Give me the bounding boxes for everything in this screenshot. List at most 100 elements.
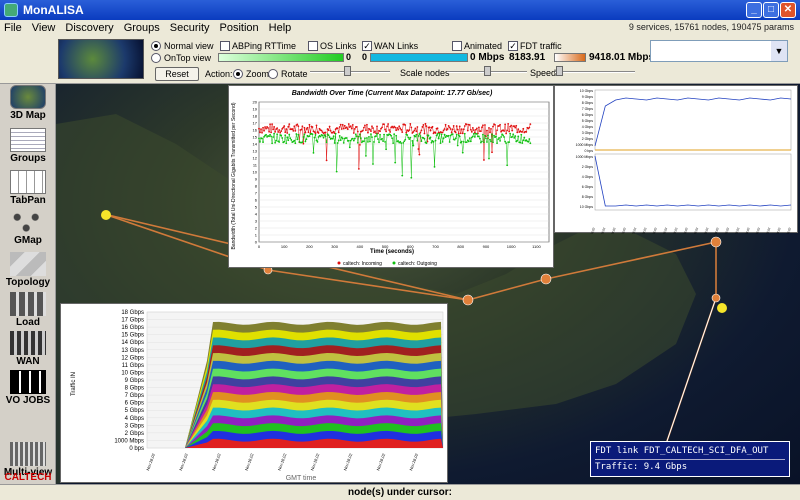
bw-data-point xyxy=(516,131,519,134)
bw-data-point xyxy=(324,135,327,138)
bw-data-point xyxy=(303,133,306,136)
bw-data-point xyxy=(454,137,457,140)
bw-data-point xyxy=(465,141,468,144)
bw-data-point xyxy=(410,176,413,179)
menu-position[interactable]: Position xyxy=(220,22,259,34)
scale-nodes-knob[interactable] xyxy=(484,66,491,76)
bw-data-point xyxy=(455,125,458,127)
bw-data-point xyxy=(358,144,361,146)
menu-help[interactable]: Help xyxy=(269,22,292,34)
florida-node[interactable] xyxy=(717,303,727,313)
sidebar-item-wan[interactable]: WAN xyxy=(2,331,54,367)
bw-title: Bandwidth Over Time (Current Max Datapoi… xyxy=(292,90,493,97)
bw-data-point xyxy=(500,136,502,138)
stack-ytick: 3 Gbps xyxy=(125,423,144,429)
bw-data-point xyxy=(321,134,324,137)
traffic-in-ytick: 7 Gbps xyxy=(582,107,594,111)
reset-button[interactable]: Reset xyxy=(155,67,199,81)
menu-security[interactable]: Security xyxy=(170,22,210,34)
bw-ytick-label: 3 xyxy=(255,219,258,224)
bw-data-point xyxy=(503,136,506,138)
bw-data-point xyxy=(332,130,335,133)
speed-slider[interactable] xyxy=(555,71,635,73)
menu-file[interactable]: File xyxy=(4,22,22,34)
zoom-slider-knob[interactable] xyxy=(344,66,351,76)
menu-groups[interactable]: Groups xyxy=(124,22,160,34)
abping-checkbox[interactable] xyxy=(220,41,230,51)
bw-data-point xyxy=(328,125,331,128)
bw-data-point xyxy=(414,127,417,130)
bw-xtick-label: 1000 xyxy=(507,244,517,249)
bw-data-point xyxy=(412,131,415,133)
bw-data-point xyxy=(493,134,495,137)
rotate-radio[interactable] xyxy=(268,69,278,79)
sidebar-item-3d-map[interactable]: 3D Map xyxy=(2,85,54,121)
bw-data-point xyxy=(292,130,295,132)
bw-xtick-label: 0 xyxy=(258,244,261,249)
normal-view-radio[interactable] xyxy=(151,41,161,51)
speed-knob[interactable] xyxy=(556,66,563,76)
ontop-view-radio[interactable] xyxy=(151,53,161,63)
legend-incoming-marker xyxy=(337,261,341,265)
bw-data-point xyxy=(439,142,442,145)
bw-data-point xyxy=(272,128,275,131)
bw-ytick-label: 4 xyxy=(255,212,258,217)
os-links-checkbox[interactable] xyxy=(308,41,318,51)
bw-data-point xyxy=(468,137,471,140)
sidebar-item-gmap[interactable]: GMap xyxy=(2,210,54,246)
bw-data-point xyxy=(433,166,436,168)
bw-xtick-label: 800 xyxy=(457,244,464,249)
traffic-xtick: Nov.18,02 xyxy=(619,227,627,234)
globe-thumbnail[interactable] xyxy=(58,39,144,79)
stack-ytick: 11 Gbps xyxy=(122,363,144,369)
caltech-node[interactable] xyxy=(101,210,111,220)
minimize-button[interactable]: _ xyxy=(746,2,762,18)
bw-data-point xyxy=(528,138,531,140)
bw-data-point xyxy=(470,130,473,133)
bw-ytick-label: 1 xyxy=(255,233,258,238)
chevron-down-icon[interactable]: ▼ xyxy=(771,41,787,61)
bw-data-point xyxy=(486,141,488,143)
group-select[interactable]: ▼ xyxy=(650,40,788,62)
sidebar-item-load[interactable]: Load xyxy=(2,292,54,328)
sidebar-item-vo-jobs[interactable]: VO JOBS xyxy=(2,370,54,406)
bw-data-point xyxy=(385,130,387,133)
traffic-stacked-chart-panel[interactable]: Traffic IN GMT time 0 bps 1000 Mbps 2 Gbps… xyxy=(60,303,448,483)
menu-view[interactable]: View xyxy=(32,22,56,34)
sidebar: 3D Map Groups TabPan GMap Topology Load … xyxy=(0,84,56,484)
bw-data-point xyxy=(327,129,330,132)
bw-data-point xyxy=(311,126,314,128)
sidebar-item-groups[interactable]: Groups xyxy=(2,128,54,164)
animated-checkbox[interactable] xyxy=(452,41,462,51)
bw-data-point xyxy=(401,131,404,134)
bw-data-point xyxy=(469,140,472,143)
stack-ytick: 12 Gbps xyxy=(121,355,144,361)
traffic-line-chart-panel[interactable]: 10 Gbps 9 Gbps 8 Gbps 7 Gbps 6 Gbps 5 Gbps 4 G… xyxy=(554,85,798,241)
maximize-button[interactable]: □ xyxy=(763,2,779,18)
wan-links-checkbox[interactable]: ✓ xyxy=(362,41,372,51)
bw-data-point xyxy=(374,130,376,133)
sidebar-item-tabpan[interactable]: TabPan xyxy=(2,170,54,206)
sidebar-item-label: Load xyxy=(16,317,40,328)
stack-xtick: Nov.18,02 xyxy=(277,452,288,471)
bw-data-point xyxy=(286,136,289,139)
fdt-traffic-checkbox[interactable]: ✓ xyxy=(508,41,518,51)
bw-data-point xyxy=(337,131,340,134)
bw-data-point xyxy=(363,126,365,129)
scale-nodes-label: Scale nodes xyxy=(400,68,450,78)
bw-data-point xyxy=(287,139,290,142)
sidebar-item-topology[interactable]: Topology xyxy=(2,252,54,288)
bw-xtick-label: 600 xyxy=(407,244,414,249)
close-button[interactable]: ✕ xyxy=(780,2,796,18)
bw-data-point xyxy=(329,129,332,132)
bw-data-point xyxy=(402,141,405,144)
stack-ytick: 13 Gbps xyxy=(121,348,144,354)
menu-discovery[interactable]: Discovery xyxy=(65,22,113,34)
traffic-out-ytick: 10 Gbps xyxy=(580,205,593,209)
bw-data-point xyxy=(353,137,356,140)
bw-data-point xyxy=(263,129,265,132)
bw-data-point xyxy=(514,126,517,129)
zoom-radio[interactable] xyxy=(233,69,243,79)
bandwidth-chart-panel[interactable]: Bandwidth Over Time (Current Max Datapoi… xyxy=(228,85,554,268)
table-icon xyxy=(10,170,46,194)
